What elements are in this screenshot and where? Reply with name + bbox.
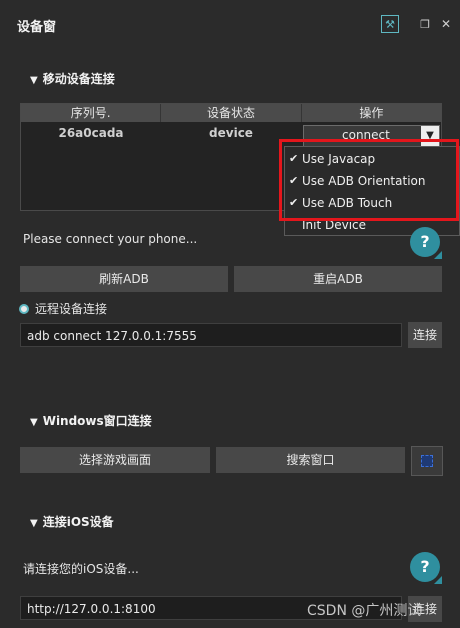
watermark: CSDN @广州测试 xyxy=(307,603,422,619)
restart-adb-button[interactable]: 重启ADB xyxy=(234,266,442,292)
tools-icon[interactable]: ⚒ xyxy=(381,15,399,33)
collapse-triangle-icon: ▼ xyxy=(30,75,38,86)
highlight-box xyxy=(279,139,459,221)
help-icon[interactable]: ? xyxy=(410,227,440,257)
table-header: 序列号. 设备状态 操作 xyxy=(21,104,441,122)
device-status-text: Please connect your phone... xyxy=(23,232,198,246)
device-serial: 26a0cada xyxy=(58,126,124,140)
title-bar: 设备窗 ⚒ ❐ ✕ xyxy=(0,0,460,48)
collapse-triangle-icon: ▼ xyxy=(30,417,38,428)
mobile-section-header[interactable]: ▼ 移动设备连接 xyxy=(30,70,115,87)
column-header-action[interactable]: 操作 xyxy=(302,104,441,122)
ios-section-header[interactable]: ▼ 连接iOS设备 xyxy=(30,513,114,530)
remote-connect-button[interactable]: 连接 xyxy=(408,322,442,348)
column-header-state[interactable]: 设备状态 xyxy=(161,104,302,122)
close-icon[interactable]: ✕ xyxy=(437,15,455,33)
window-select-icon xyxy=(421,455,433,467)
windows-section-header[interactable]: ▼ Windows窗口连接 xyxy=(30,412,152,429)
restore-icon[interactable]: ❐ xyxy=(416,15,434,33)
remote-connect-option[interactable]: 远程设备连接 xyxy=(19,300,107,317)
window-pick-button[interactable] xyxy=(411,446,443,476)
collapse-triangle-icon: ▼ xyxy=(30,518,38,529)
remote-connect-label: 远程设备连接 xyxy=(35,302,108,316)
remote-address-input[interactable]: adb connect 127.0.0.1:7555 xyxy=(20,323,402,347)
windows-section-title: Windows窗口连接 xyxy=(42,414,152,428)
column-header-serial[interactable]: 序列号. xyxy=(21,104,162,122)
search-window-button[interactable]: 搜索窗口 xyxy=(216,447,405,473)
mobile-section-title: 移动设备连接 xyxy=(42,72,115,86)
ios-status-text: 请连接您的iOS设备... xyxy=(23,562,139,576)
help-icon[interactable]: ? xyxy=(410,552,440,582)
window-title: 设备窗 xyxy=(17,20,57,35)
select-game-screen-button[interactable]: 选择游戏画面 xyxy=(20,447,210,473)
refresh-adb-button[interactable]: 刷新ADB xyxy=(20,266,228,292)
ios-section-title: 连接iOS设备 xyxy=(42,515,114,529)
radio-button[interactable] xyxy=(19,303,29,314)
